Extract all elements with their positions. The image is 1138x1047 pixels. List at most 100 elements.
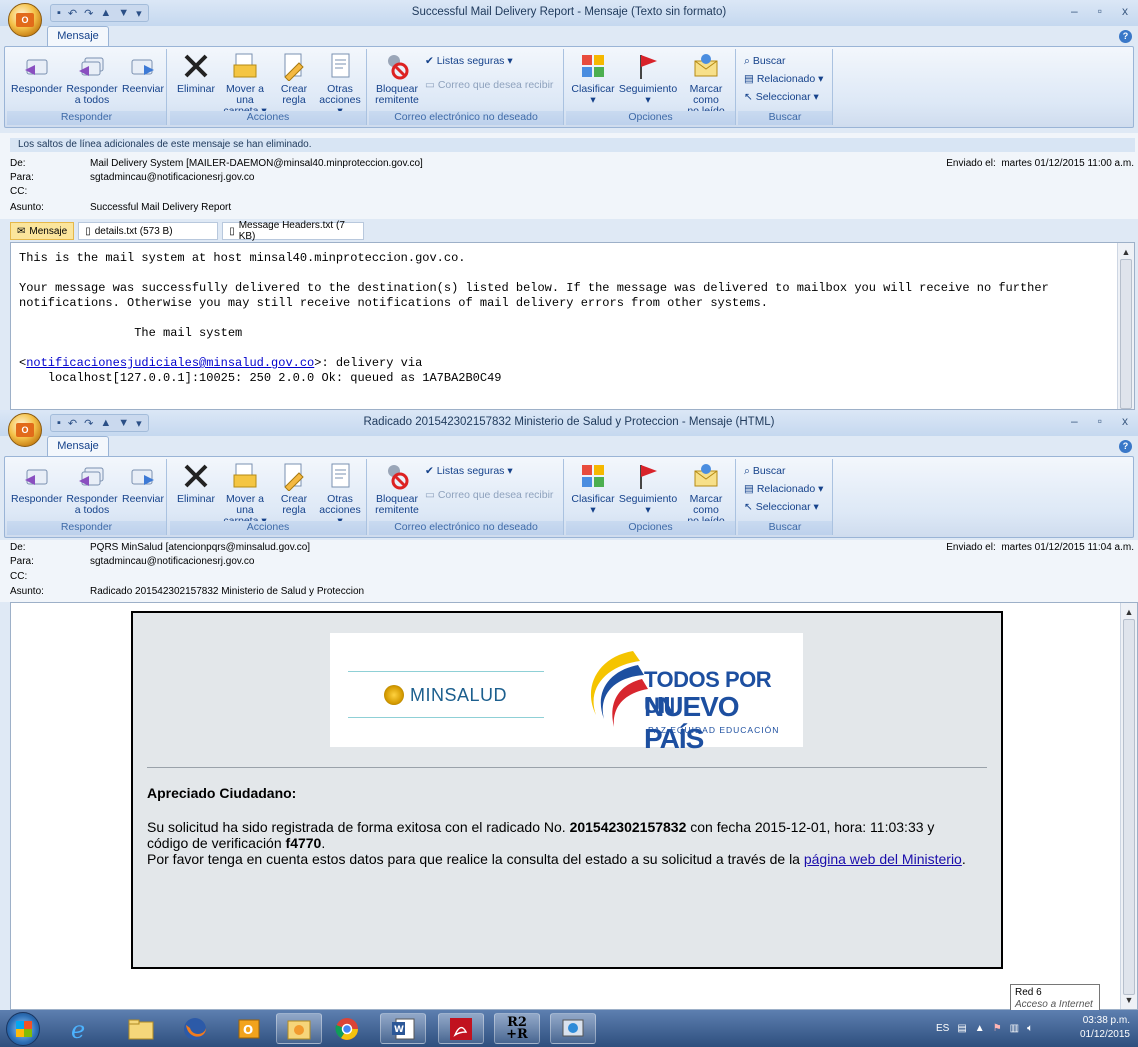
window-title: Successful Mail Delivery Report - Mensaj… (411, 6, 727, 18)
taskbar-acrobat[interactable] (438, 1013, 484, 1044)
reply-button[interactable]: Responder (11, 51, 62, 95)
outlook-window-delivery-report: ▪ ↶ ↷ ▲ ▼ ▾ Successful Mail Delivery Rep… (0, 0, 1138, 410)
vertical-scrollbar[interactable]: ▲ (1117, 243, 1134, 409)
title-bar[interactable]: ▪ ↶ ↷ ▲ ▼ ▾ Radicado 201542302157832 Min… (0, 410, 1138, 436)
keyboard-icon[interactable]: ▤ (957, 1023, 966, 1034)
start-button[interactable] (6, 1012, 40, 1046)
safe-lists-icon: ✔ (425, 465, 437, 477)
taskbar-chrome[interactable] (324, 1013, 370, 1044)
clock[interactable]: 03:38 p.m. 01/12/2015 (1080, 1014, 1130, 1042)
find-button[interactable]: ⌕ Buscar (744, 55, 786, 68)
tab-mensaje[interactable]: Mensaje (47, 26, 109, 46)
restore-button[interactable]: ▫ (1098, 4, 1102, 18)
word-icon: W (392, 1018, 415, 1039)
select-button[interactable]: ↖ Seleccionar ▾ (744, 91, 819, 103)
from-value[interactable]: Mail Delivery System [MAILER-DAEMON@mins… (90, 158, 423, 169)
move-to-folder-button[interactable]: Mover a unacarpeta ▾ (218, 461, 272, 527)
office-button[interactable]: O (8, 3, 42, 37)
taskbar-outlook[interactable]: O (226, 1013, 272, 1044)
delete-button[interactable]: Eliminar (174, 461, 218, 505)
not-junk-button[interactable]: ▭ Correo que desea recibir (425, 489, 553, 501)
sent-row: Enviado el: martes 01/12/2015 11:00 a.m. (946, 158, 1134, 169)
forward-button[interactable]: Reenviar (119, 51, 167, 95)
flag-warning-icon[interactable]: ⚑ (993, 1023, 1002, 1034)
taskbar-explorer[interactable] (118, 1013, 164, 1044)
create-rule-button[interactable]: Crear regla (274, 51, 314, 106)
body-text: localhost[127.0.0.1]:10025: 250 2.0.0 Ok… (47, 371, 502, 385)
follow-up-button[interactable]: Seguimiento ▾ (618, 51, 678, 106)
scroll-down-icon[interactable]: ▼ (1122, 993, 1136, 1007)
taskbar-ie[interactable]: e (58, 1013, 104, 1044)
ministry-web-link[interactable]: página web del Ministerio (804, 851, 962, 867)
language-indicator[interactable]: ES (936, 1023, 949, 1034)
reply-all-button[interactable]: Responder a todos (65, 51, 119, 106)
other-actions-button[interactable]: Otrasacciones ▾ (316, 51, 364, 117)
tab-mensaje[interactable]: Mensaje (47, 436, 109, 456)
create-rule-icon (284, 53, 304, 81)
to-value[interactable]: sgtadmincau@notificacionesrj.gov.co (90, 556, 255, 567)
block-sender-button[interactable]: Bloquear remitente (373, 51, 421, 106)
help-icon[interactable]: ? (1119, 30, 1132, 43)
mark-unread-button[interactable]: Marcar comono leído (678, 51, 734, 117)
not-junk-icon: ▭ (425, 79, 438, 91)
move-to-folder-button[interactable]: Mover a unacarpeta ▾ (218, 51, 272, 117)
cursor-icon: ↖ (744, 91, 756, 103)
network-icon[interactable]: ▥ (1010, 1023, 1019, 1034)
minimize-button[interactable]: – (1071, 4, 1078, 18)
recipient-link[interactable]: notificacionesjudiciales@minsalud.gov.co (26, 356, 314, 370)
taskbar-network-app[interactable] (550, 1013, 596, 1044)
pdf-icon (450, 1017, 472, 1040)
taskbar-r2[interactable]: R2 +R (494, 1013, 540, 1044)
vertical-scrollbar[interactable]: ▲ ▼ (1120, 603, 1137, 1009)
office-button[interactable]: O (8, 413, 42, 447)
follow-up-button[interactable]: Seguimiento ▾ (618, 461, 678, 516)
safe-lists-button[interactable]: ✔ Listas seguras ▾ (425, 465, 513, 477)
scroll-thumb[interactable] (1120, 259, 1132, 409)
from-value[interactable]: PQRS MinSalud [atencionpqrs@minsalud.gov… (90, 542, 310, 553)
to-value[interactable]: sgtadmincau@notificacionesrj.gov.co (90, 172, 255, 183)
taskbar-word[interactable]: W (380, 1013, 426, 1044)
not-junk-button[interactable]: ▭ Correo que desea recibir (425, 79, 553, 91)
categorize-button[interactable]: Clasificar ▾ (568, 51, 618, 106)
scroll-up-icon[interactable]: ▲ (1122, 605, 1136, 619)
binoculars-icon: ⌕ (744, 465, 753, 477)
title-bar[interactable]: ▪ ↶ ↷ ▲ ▼ ▾ Successful Mail Delivery Rep… (0, 0, 1138, 26)
slogan-line2: NUEVO PAÍS (644, 691, 740, 754)
info-bar[interactable]: Los saltos de línea adicionales de este … (10, 138, 1135, 152)
select-button[interactable]: ↖ Seleccionar ▾ (744, 501, 819, 513)
forward-button[interactable]: Reenviar (119, 461, 167, 505)
other-actions-button[interactable]: Otrasacciones ▾ (316, 461, 364, 527)
mark-unread-button[interactable]: Marcar comono leído (678, 461, 734, 527)
taskbar-outlook-open[interactable] (276, 1013, 322, 1044)
block-sender-icon (388, 465, 409, 490)
volume-icon[interactable]: 🔈︎ (1027, 1023, 1033, 1034)
create-rule-button[interactable]: Crear regla (274, 461, 314, 516)
close-button[interactable]: x (1122, 4, 1128, 18)
restore-button[interactable]: ▫ (1098, 414, 1102, 428)
related-button[interactable]: ▤ Relacionado ▾ (744, 483, 823, 495)
attachment-details[interactable]: ▯ details.txt (573 B) (78, 222, 219, 240)
scroll-up-icon[interactable]: ▲ (1119, 245, 1133, 259)
close-button[interactable]: x (1122, 414, 1128, 428)
reply-button[interactable]: Responder (11, 461, 62, 505)
confirmation-text: Su solicitud ha sido registrada de forma… (147, 819, 966, 867)
message-body[interactable]: This is the mail system at host minsal40… (10, 242, 1135, 410)
related-button[interactable]: ▤ Relacionado ▾ (744, 73, 823, 85)
message-body[interactable]: MINSALUD TODOS POR UN NUEVO PAÍS PAZ EQU… (10, 602, 1138, 1010)
delete-button[interactable]: Eliminar (174, 51, 218, 95)
safe-lists-button[interactable]: ✔ Listas seguras ▾ (425, 55, 513, 67)
help-icon[interactable]: ? (1119, 440, 1132, 453)
reply-all-button[interactable]: Responder a todos (65, 461, 119, 516)
find-button[interactable]: ⌕ Buscar (744, 465, 786, 478)
move-folder-icon (233, 463, 257, 488)
scroll-thumb[interactable] (1123, 619, 1135, 995)
attachment-message[interactable]: ✉ Mensaje (10, 222, 75, 240)
taskbar-firefox[interactable] (172, 1013, 218, 1044)
show-hidden-icons[interactable]: ▲ (975, 1023, 985, 1034)
block-sender-button[interactable]: Bloquear remitente (373, 461, 421, 516)
categorize-button[interactable]: Clasificar ▾ (568, 461, 618, 516)
attachment-headers[interactable]: ▯ Message Headers.txt (7 KB) (222, 220, 365, 242)
subject-value: Radicado 201542302157832 Ministerio de S… (90, 586, 365, 597)
categorize-icon (582, 465, 604, 487)
minimize-button[interactable]: – (1071, 414, 1078, 428)
